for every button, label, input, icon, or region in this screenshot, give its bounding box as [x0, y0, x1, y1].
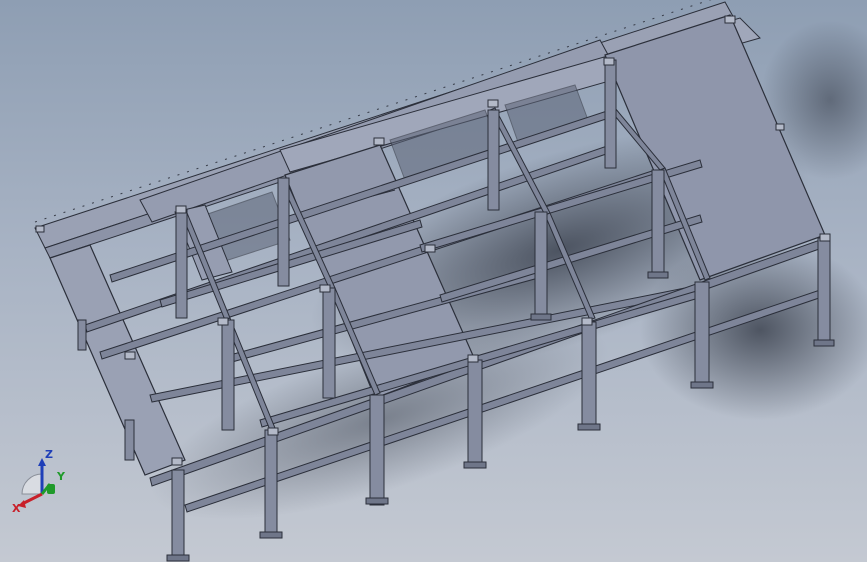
triad-axes: Z Y X	[12, 448, 66, 515]
x-axis-arrow	[21, 492, 43, 506]
steel-structure-model[interactable]	[0, 0, 867, 562]
view-orientation-triad[interactable]: Z Y X	[12, 446, 76, 518]
x-axis-label: X	[12, 502, 21, 515]
triad-quadrant	[21, 473, 43, 495]
z-axis-label: Z	[45, 448, 53, 461]
y-axis-label: Y	[56, 470, 66, 483]
3d-viewport[interactable]: Z Y X	[0, 0, 867, 562]
